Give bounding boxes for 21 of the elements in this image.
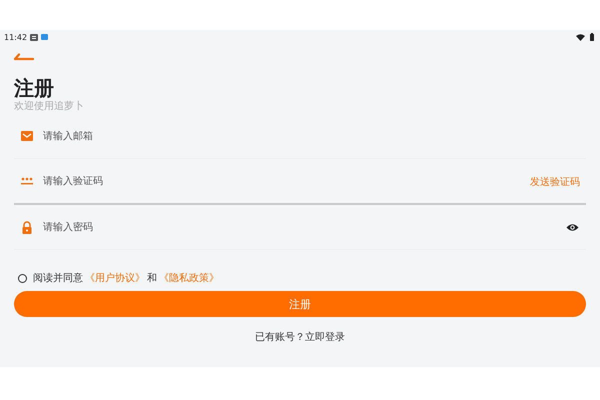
- agree-text: 阅读并同意: [33, 272, 83, 285]
- notification-icon: [30, 34, 38, 40]
- mail-icon: [21, 130, 33, 143]
- status-time: 11:42: [4, 32, 28, 42]
- input-field[interactable]: 请输入邮箱: [43, 131, 586, 142]
- eye-icon[interactable]: [566, 223, 579, 232]
- send-code-link[interactable]: 发送验证码: [530, 174, 580, 188]
- agree-checkbox[interactable]: [18, 274, 27, 282]
- battery-icon: [590, 33, 594, 41]
- register-button[interactable]: 注册: [14, 291, 586, 317]
- agree-text: 和: [147, 272, 157, 285]
- page-subtitle: 欢迎使用追萝卜: [14, 100, 84, 114]
- login-link[interactable]: 已有账号？立即登录: [255, 330, 345, 344]
- lock-icon: [21, 221, 33, 234]
- policy-link[interactable]: 《隐私政策》: [159, 271, 219, 285]
- policy-link[interactable]: 《用户协议》: [85, 271, 145, 285]
- folder-icon: [41, 34, 48, 40]
- wifi-icon: [576, 34, 585, 40]
- back-icon[interactable]: [14, 53, 34, 61]
- page-title: 注册: [14, 76, 54, 100]
- input-field[interactable]: 请输入验证码: [43, 176, 530, 187]
